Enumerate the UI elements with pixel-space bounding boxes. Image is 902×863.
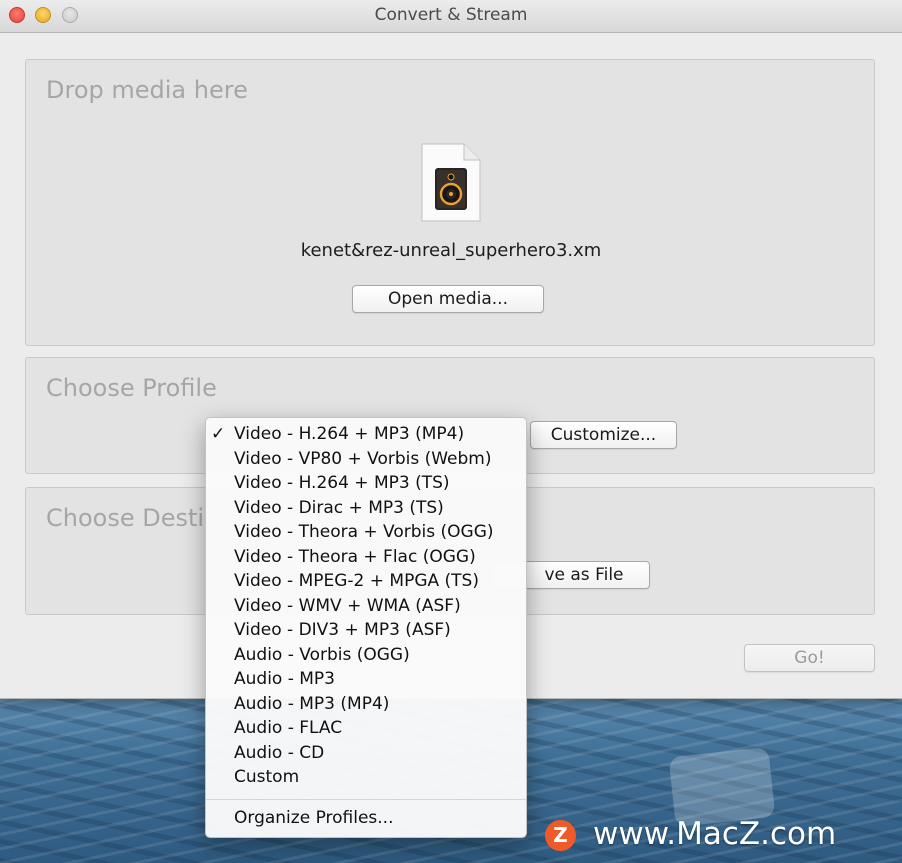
menu-item-profile[interactable]: Audio - Vorbis (OGG): [206, 643, 526, 667]
media-filename: kenet&rez-unreal_superhero3.xm: [300, 240, 602, 261]
menu-item-profile[interactable]: Video - Dirac + MP3 (TS): [206, 496, 526, 520]
checkmark-icon: ✓: [211, 424, 226, 444]
choose-destination-label: Choose Desti: [46, 504, 205, 532]
go-button[interactable]: Go!: [744, 644, 875, 672]
menu-item-profile[interactable]: Video - Theora + Flac (OGG): [206, 545, 526, 569]
menu-item-organize-profiles[interactable]: Organize Profiles...: [206, 806, 526, 830]
menu-item-custom[interactable]: Custom: [206, 765, 526, 789]
profile-dropdown-menu: ✓ Video - H.264 + MP3 (MP4) Video - VP80…: [205, 417, 527, 838]
watermark-text: www.MacZ.com: [593, 816, 837, 852]
menu-item-profile[interactable]: Audio - MP3: [206, 667, 526, 691]
menu-item-profile[interactable]: Audio - FLAC: [206, 716, 526, 740]
title-bar[interactable]: Convert & Stream: [0, 0, 902, 33]
choose-profile-label: Choose Profile: [46, 374, 217, 402]
customize-button[interactable]: Customize...: [530, 421, 677, 449]
menu-item-profile[interactable]: Video - WMV + WMA (ASF): [206, 594, 526, 618]
menu-item-profile[interactable]: Video - DIV3 + MP3 (ASF): [206, 618, 526, 642]
menu-item-profile[interactable]: Audio - CD: [206, 741, 526, 765]
open-media-button[interactable]: Open media...: [352, 285, 544, 313]
drop-media-label: Drop media here: [46, 76, 248, 104]
menu-item-profile[interactable]: Video - MPEG-2 + MPGA (TS): [206, 569, 526, 593]
menu-item-profile[interactable]: Video - H.264 + MP3 (TS): [206, 471, 526, 495]
window-title: Convert & Stream: [374, 5, 528, 25]
audio-file-icon: [421, 143, 481, 222]
watermark-logo-icon: Z: [545, 820, 576, 851]
menu-item-profile[interactable]: Video - Theora + Vorbis (OGG): [206, 520, 526, 544]
menu-item-profile[interactable]: Video - VP80 + Vorbis (Webm): [206, 447, 526, 471]
menu-item-profile[interactable]: ✓ Video - H.264 + MP3 (MP4): [206, 422, 526, 446]
menu-separator: [206, 799, 526, 800]
menu-item-profile[interactable]: Audio - MP3 (MP4): [206, 692, 526, 716]
